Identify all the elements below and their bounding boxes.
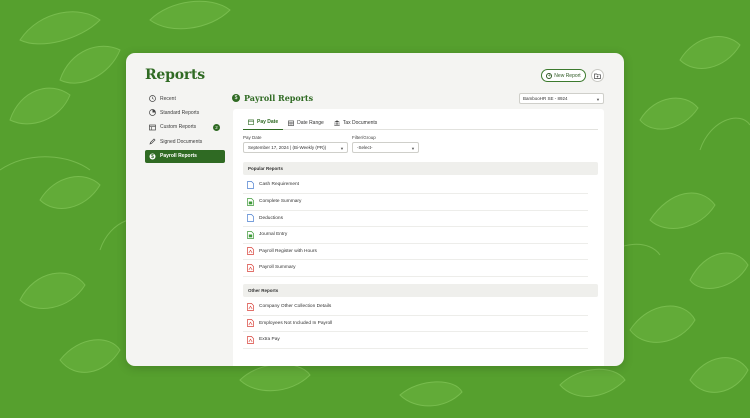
sidebar-item-label: Custom Reports bbox=[160, 124, 197, 131]
sidebar-item-label: Signed Documents bbox=[160, 138, 203, 145]
sidebar: Recent Standard Reports Custom Reports 2… bbox=[145, 92, 225, 164]
report-label: Company Other Collection Details bbox=[259, 304, 332, 310]
new-report-button[interactable]: + New Report bbox=[541, 69, 586, 82]
bank-icon bbox=[334, 119, 340, 126]
report-label: Complete Summary bbox=[259, 199, 302, 205]
chevron-down-icon: ▼ bbox=[596, 96, 600, 102]
pdf-icon bbox=[247, 335, 254, 344]
tab-label: Tax Documents bbox=[342, 119, 378, 126]
document-icon bbox=[247, 214, 254, 223]
report-row[interactable]: Extra Pay bbox=[243, 332, 588, 349]
report-label: Deductions bbox=[259, 215, 283, 221]
report-row[interactable]: Payroll Register with Hours bbox=[243, 244, 588, 260]
report-row[interactable]: Deductions bbox=[243, 211, 588, 227]
pdf-icon bbox=[247, 263, 254, 272]
report-label: Journal Entry bbox=[259, 232, 288, 238]
report-row[interactable]: Complete Summary bbox=[243, 194, 588, 211]
company-select-value: BambooHR SE - 8924 bbox=[523, 96, 568, 101]
report-row[interactable]: Cash Requirement bbox=[243, 177, 588, 194]
pie-chart-icon bbox=[149, 109, 156, 117]
folder-icon bbox=[594, 73, 601, 79]
svg-text:$: $ bbox=[151, 154, 154, 160]
other-reports-header: Other Reports bbox=[243, 284, 598, 297]
report-row[interactable]: Employees Not Included In Payroll bbox=[243, 316, 588, 332]
report-label: Extra Pay bbox=[259, 337, 280, 343]
chevron-down-icon: ▼ bbox=[340, 145, 344, 151]
spreadsheet-icon bbox=[247, 230, 254, 239]
pay-date-label: Pay Date bbox=[243, 135, 262, 140]
dollar-icon: $ bbox=[149, 153, 156, 160]
document-icon bbox=[247, 180, 254, 189]
popular-reports-header: Popular Reports bbox=[243, 162, 598, 175]
sidebar-item-label: Recent bbox=[160, 95, 176, 102]
pdf-icon bbox=[247, 247, 254, 256]
calendar-icon bbox=[248, 119, 254, 125]
dollar-icon: $ bbox=[232, 94, 240, 102]
filter-group-label: Filter/Group bbox=[352, 135, 376, 140]
folder-button[interactable] bbox=[591, 69, 604, 82]
tab-pay-date[interactable]: Pay Date bbox=[243, 115, 284, 130]
table-icon bbox=[149, 124, 156, 131]
sidebar-item-recent[interactable]: Recent bbox=[145, 92, 225, 105]
report-label: Payroll Register with Hours bbox=[259, 248, 317, 254]
report-label: Cash Requirement bbox=[259, 182, 299, 188]
filter-group-value: -Select- bbox=[357, 145, 373, 150]
spreadsheet-icon bbox=[247, 197, 254, 206]
report-label: Employees Not Included In Payroll bbox=[259, 320, 333, 326]
sidebar-item-label: Payroll Reports bbox=[160, 153, 197, 160]
clock-icon bbox=[149, 95, 156, 102]
count-badge: 2 bbox=[213, 123, 220, 131]
tab-label: Date Range bbox=[297, 119, 324, 126]
plus-circle-icon: + bbox=[546, 72, 553, 79]
sidebar-item-label: Standard Reports bbox=[160, 109, 200, 116]
pdf-icon bbox=[247, 319, 254, 328]
pay-date-value: September 17, 2024 | (Bi-Weekly (PR)) bbox=[248, 145, 327, 150]
sidebar-item-standard-reports[interactable]: Standard Reports bbox=[145, 106, 225, 119]
section-header: $ Payroll Reports bbox=[232, 93, 313, 103]
sidebar-item-payroll-reports[interactable]: $ Payroll Reports bbox=[145, 149, 225, 163]
new-report-label: New Report bbox=[554, 72, 581, 79]
tab-tax-documents[interactable]: Tax Documents bbox=[329, 115, 382, 130]
report-row[interactable]: Company Other Collection Details bbox=[243, 299, 588, 316]
reports-panel: Pay Date Date Range Tax Documents Pay Da… bbox=[233, 109, 604, 366]
tab-bar: Pay Date Date Range Tax Documents bbox=[243, 115, 598, 130]
chevron-down-icon: ▼ bbox=[411, 145, 415, 151]
section-title: Payroll Reports bbox=[244, 93, 314, 103]
tab-date-range[interactable]: Date Range bbox=[283, 115, 329, 130]
report-label: Payroll Summary bbox=[259, 265, 296, 271]
filter-group-select[interactable]: -Select- ▼ bbox=[352, 142, 419, 153]
calendar-grid-icon bbox=[288, 120, 295, 126]
pdf-icon bbox=[247, 302, 254, 311]
sidebar-item-custom-reports[interactable]: Custom Reports 2 bbox=[145, 121, 225, 134]
page-title: Reports bbox=[145, 67, 205, 83]
report-row[interactable]: Journal Entry bbox=[243, 227, 588, 244]
report-row[interactable]: Payroll Summary bbox=[243, 260, 588, 277]
pen-icon bbox=[149, 138, 156, 145]
company-select[interactable]: BambooHR SE - 8924 ▼ bbox=[519, 93, 604, 104]
pay-date-select[interactable]: September 17, 2024 | (Bi-Weekly (PR)) ▼ bbox=[243, 142, 348, 153]
tab-label: Pay Date bbox=[257, 119, 279, 125]
sidebar-item-signed-documents[interactable]: Signed Documents bbox=[145, 135, 225, 148]
reports-window: Reports + New Report Recent Standard Rep… bbox=[126, 53, 624, 366]
